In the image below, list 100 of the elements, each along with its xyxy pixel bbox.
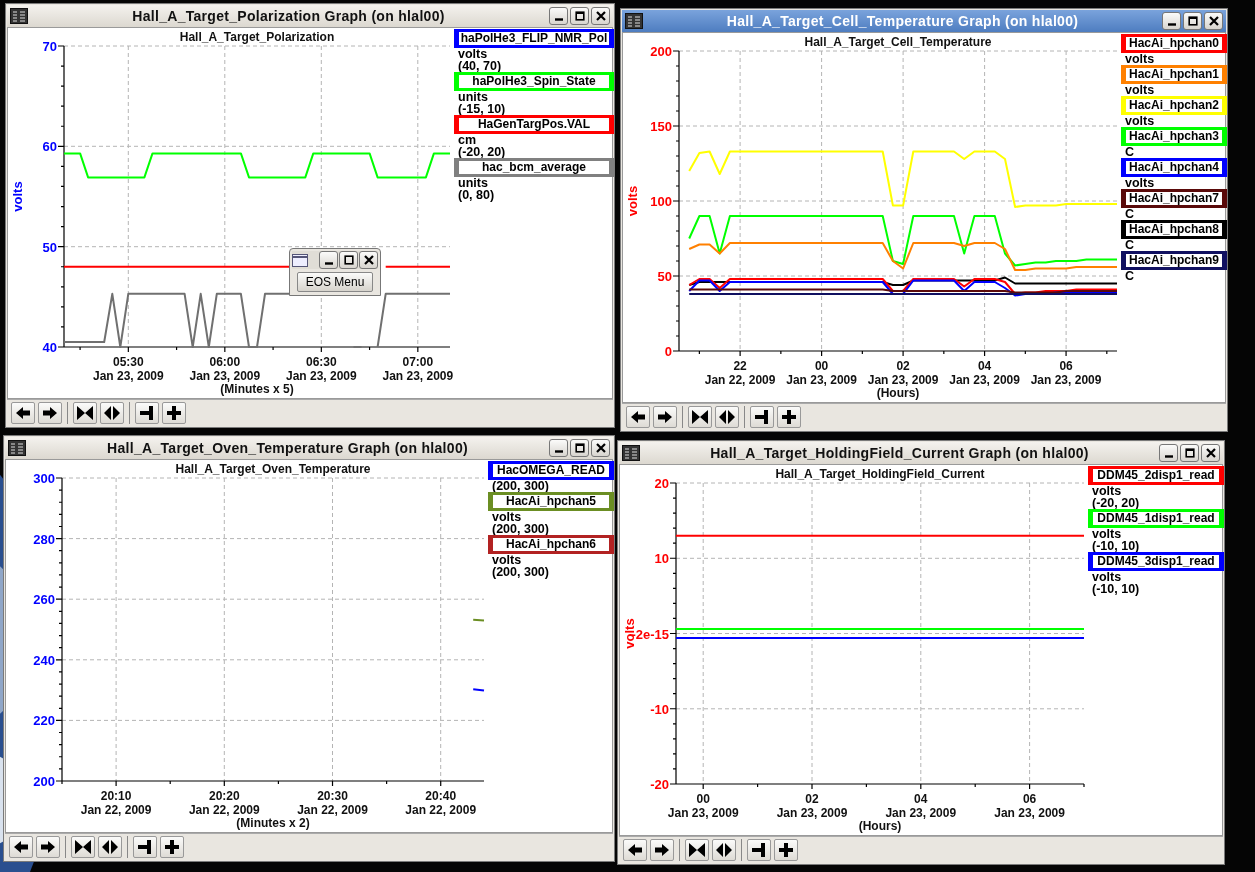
maximize-button[interactable] — [1183, 12, 1202, 30]
legend-entry[interactable]: HacAi_hpchan3 — [1121, 127, 1227, 146]
x-tick-label: 06 Jan 23, 2009 — [1030, 359, 1102, 387]
legend-entry[interactable]: HacAi_hpchan8 — [1121, 220, 1227, 239]
maximize-button[interactable] — [1180, 444, 1199, 462]
y-tick-label: 100 — [650, 194, 672, 209]
x-tick-label: 20:30 Jan 22, 2009 — [297, 789, 368, 817]
jump-end-button[interactable] — [135, 402, 159, 424]
add-button[interactable] — [774, 839, 798, 861]
legend-range: (-10, 10) — [1091, 583, 1141, 595]
legend-entry[interactable]: HacAi_hpchan5 — [488, 492, 614, 511]
x-tick-label: 06 Jan 23, 2009 — [994, 792, 1065, 820]
jump-end-button[interactable] — [133, 836, 157, 858]
right-arrow-icon — [654, 843, 670, 857]
legend-unit: volts — [1124, 84, 1156, 96]
y-tick-label: 150 — [650, 119, 672, 134]
right-arrow-icon — [42, 406, 58, 420]
zoom-in-button[interactable] — [73, 402, 97, 424]
legend-unit: C — [1124, 208, 1136, 220]
legend-entry[interactable]: HacAi_hpchan7 — [1121, 189, 1227, 208]
x-tick-label: 00 Jan 23, 2009 — [786, 359, 857, 387]
plus-icon — [164, 839, 180, 855]
jump-end-button[interactable] — [747, 839, 771, 861]
legend-entry[interactable]: HacAi_hpchan9 — [1121, 251, 1227, 270]
y-tick-label: 10 — [654, 551, 669, 567]
legend-entry[interactable]: HacOMEGA_READ — [488, 461, 614, 480]
scroll-left-button[interactable] — [11, 402, 35, 424]
zoom-in-button[interactable] — [685, 839, 709, 861]
scroll-right-button[interactable] — [36, 836, 60, 858]
zoom-out-button[interactable] — [98, 836, 122, 858]
add-button[interactable] — [162, 402, 186, 424]
eos-menu-button[interactable]: EOS Menu — [296, 272, 374, 292]
minimize-button[interactable] — [549, 7, 568, 25]
legend-entry[interactable]: HacAi_hpchan0 — [1121, 34, 1227, 53]
close-button[interactable] — [359, 251, 378, 269]
legend-entry[interactable]: DDM45_3disp1_read — [1088, 552, 1224, 571]
y-tick-label: 280 — [33, 531, 55, 547]
legend-unit: C — [1124, 270, 1136, 282]
legend-entry[interactable]: haPolHe3_FLIP_NMR_Pol — [454, 29, 614, 48]
y-tick-label: -10 — [650, 701, 669, 717]
app-icon — [10, 8, 28, 24]
zoom-out-button[interactable] — [100, 402, 124, 424]
legend-entry[interactable]: HaGenTargPos.VAL — [454, 115, 614, 134]
close-button[interactable] — [1201, 444, 1220, 462]
bar-icon — [139, 405, 155, 421]
legend-unit: volts — [1124, 53, 1156, 65]
maximize-button[interactable] — [570, 439, 589, 457]
x-tick-label: 02 Jan 23, 2009 — [776, 792, 848, 820]
legend-range: (0, 80) — [457, 189, 496, 201]
legend-entry[interactable]: haPolHe3_Spin_State — [454, 72, 614, 91]
legend-entry[interactable]: HacAi_hpchan1 — [1121, 65, 1227, 84]
add-button[interactable] — [777, 406, 801, 428]
legend-unit: volts — [1124, 177, 1156, 189]
close-icon — [1208, 16, 1219, 26]
scroll-left-button[interactable] — [9, 836, 33, 858]
x-tick-label: 22 Jan 22, 2009 — [704, 359, 776, 387]
legend-unit: volts — [1091, 528, 1123, 540]
legend-entry[interactable]: DDM45_1disp1_read — [1088, 509, 1224, 528]
close-icon — [595, 11, 606, 21]
y-tick-label: -20 — [650, 777, 669, 792]
chart-title: Hall_A_Target_Cell_Temperature — [804, 35, 992, 49]
close-button[interactable] — [591, 439, 610, 457]
outward-triangles-icon — [101, 839, 119, 855]
window-title: Hall_A_Target_HoldingField_Current Graph (on hlal00) — [709, 445, 1090, 461]
minimize-button[interactable] — [1162, 12, 1181, 30]
jump-end-button[interactable] — [750, 406, 774, 428]
close-button[interactable] — [1204, 12, 1223, 30]
legend-entry[interactable]: DDM45_2disp1_read — [1088, 466, 1224, 485]
right-arrow-icon — [657, 410, 673, 424]
scroll-left-button[interactable] — [626, 406, 650, 428]
minimize-button[interactable] — [549, 439, 568, 457]
maximize-button[interactable] — [339, 251, 358, 269]
minimize-icon — [1167, 23, 1176, 26]
add-button[interactable] — [160, 836, 184, 858]
scroll-left-button[interactable] — [623, 839, 647, 861]
zoom-out-button[interactable] — [712, 839, 736, 861]
legend-entry[interactable]: HacAi_hpchan4 — [1121, 158, 1227, 177]
bar-icon — [754, 409, 770, 425]
close-button[interactable] — [591, 7, 610, 25]
legend-entry[interactable]: HacAi_hpchan2 — [1121, 96, 1227, 115]
x-axis-label: (Hours) — [876, 386, 920, 400]
x-tick-label: 00 Jan 23, 2009 — [667, 792, 739, 820]
legend-range: (200, 300) — [491, 566, 550, 578]
scroll-right-button[interactable] — [650, 839, 674, 861]
maximize-button[interactable] — [570, 7, 589, 25]
zoom-in-button[interactable] — [688, 406, 712, 428]
zoom-out-button[interactable] — [715, 406, 739, 428]
legend-entry[interactable]: HacAi_hpchan6 — [488, 535, 614, 554]
scroll-right-button[interactable] — [38, 402, 62, 424]
legend-entry[interactable]: hac_bcm_average — [454, 158, 614, 177]
zoom-in-button[interactable] — [71, 836, 95, 858]
minimize-button[interactable] — [319, 251, 338, 269]
y-tick-label: 70 — [42, 39, 57, 54]
y-axis-label: volts — [625, 185, 640, 217]
x-tick-label: 06:30 Jan 23, 2009 — [285, 355, 357, 383]
minimize-button[interactable] — [1159, 444, 1178, 462]
window-title: Hall_A_Target_Oven_Temperature Graph (on hlal00) — [106, 440, 469, 456]
scroll-right-button[interactable] — [653, 406, 677, 428]
maximize-icon — [1187, 16, 1198, 26]
minimize-icon — [324, 262, 333, 265]
